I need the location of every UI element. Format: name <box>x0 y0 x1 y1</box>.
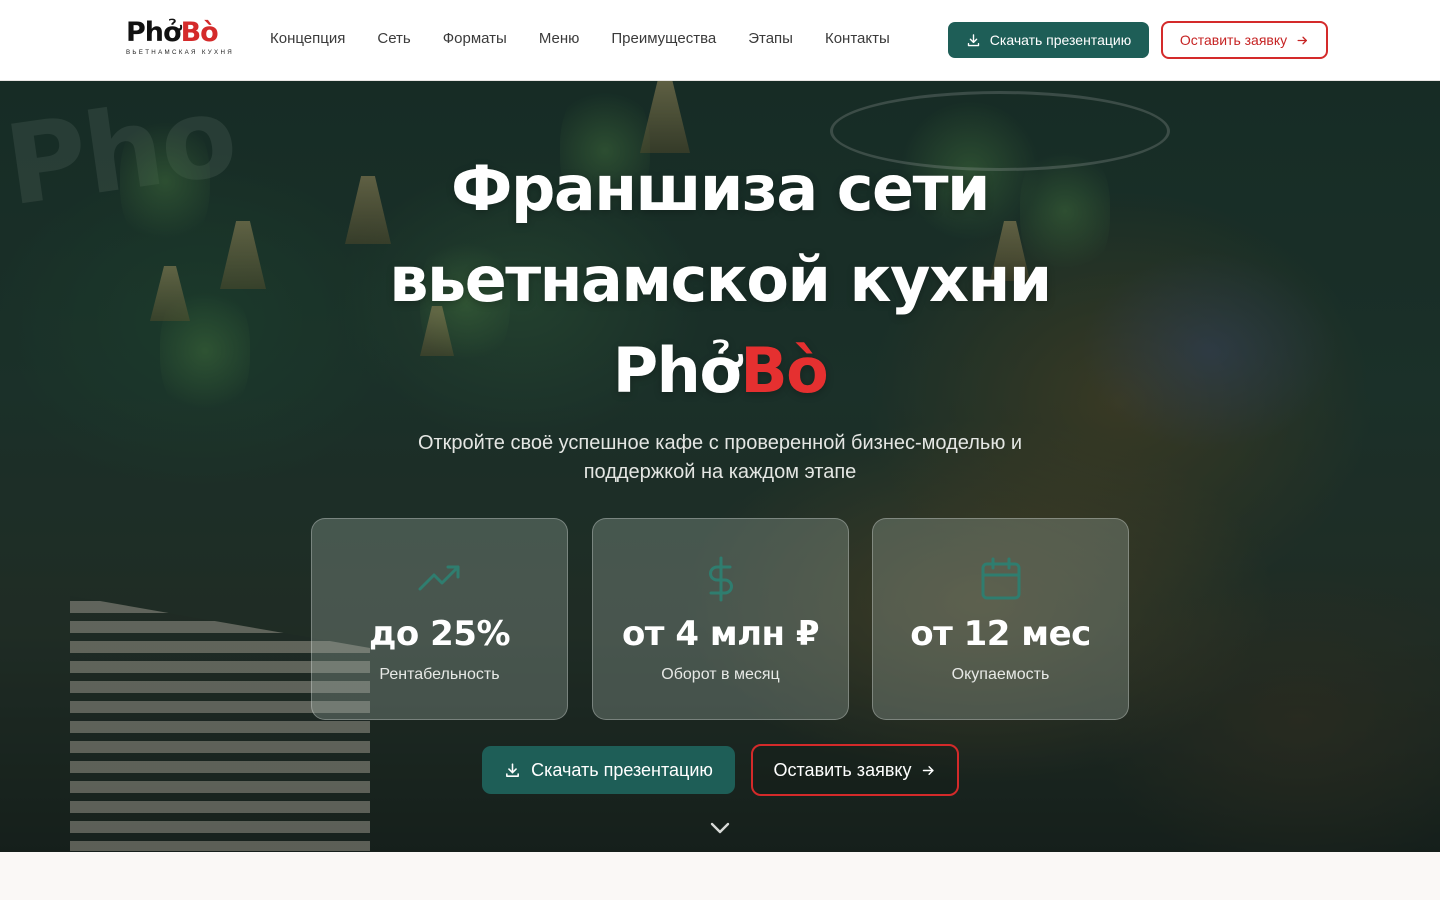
logo-wordmark: PhởBò <box>126 18 236 48</box>
stat-card-payback: от 12 мес Окупаемость <box>872 518 1129 720</box>
main-nav: Концепция Сеть Форматы Меню Преимущества… <box>270 28 890 50</box>
download-icon <box>506 762 520 777</box>
stat-value: до 25% <box>368 614 511 654</box>
next-section <box>0 852 1440 900</box>
logo[interactable]: PhởBò ВЬЕТНАМСКАЯ КУХНЯ <box>126 18 236 60</box>
chevron-down-icon[interactable] <box>708 819 732 837</box>
arrow-right-icon <box>1297 36 1308 44</box>
stat-card-turnover: от 4 млн ₽ Оборот в месяц <box>592 518 849 720</box>
hero-download-button[interactable]: Скачать презентацию <box>482 746 735 794</box>
hero-title-line2: вьетнамской кухни <box>389 243 1052 316</box>
hero-brand-pho: Phở <box>612 334 742 407</box>
nav-item-advantages[interactable]: Преимущества <box>611 28 716 50</box>
header-request-button[interactable]: Оставить заявку <box>1161 21 1328 59</box>
header-download-label: Скачать презентацию <box>989 32 1132 48</box>
nav-item-contacts[interactable]: Контакты <box>825 28 890 50</box>
hero-download-label: Скачать презентацию <box>531 759 713 780</box>
stat-label: Оборот в месяц <box>661 666 780 683</box>
hero-request-label: Оставить заявку <box>773 759 912 780</box>
logo-pho: Phở <box>126 17 182 48</box>
hero-title-line1: Франшиза сети <box>451 152 990 225</box>
stat-label: Рентабельность <box>379 666 500 683</box>
header-download-button[interactable]: Скачать презентацию <box>948 22 1149 58</box>
hero-title: Франшиза сети вьетнамской кухни PhởBò <box>0 143 1440 416</box>
nav-item-network[interactable]: Сеть <box>377 28 410 50</box>
hero-request-button[interactable]: Оставить заявку <box>751 744 959 796</box>
stat-value: от 12 мес <box>910 614 1091 654</box>
arrow-right-icon <box>923 765 935 775</box>
hero-brand-bo: Bò <box>740 334 828 407</box>
hero-section: Pho Франшиза сети вьетнамской кухни PhởB… <box>0 81 1440 852</box>
nav-item-formats[interactable]: Форматы <box>443 28 507 50</box>
stat-label: Окупаемость <box>951 666 1050 683</box>
stat-card-profitability: до 25% Рентабельность <box>311 518 568 720</box>
dollar-icon <box>709 556 733 602</box>
download-icon <box>967 33 979 46</box>
nav-item-stages[interactable]: Этапы <box>748 28 793 50</box>
trending-up-icon <box>418 565 460 591</box>
nav-item-concept[interactable]: Концепция <box>270 28 345 50</box>
stat-value: от 4 млн ₽ <box>621 614 820 654</box>
site-header: PhởBò ВЬЕТНАМСКАЯ КУХНЯ Концепция Сеть Ф… <box>0 0 1440 81</box>
calendar-icon <box>981 557 1021 600</box>
nav-item-menu[interactable]: Меню <box>539 28 580 50</box>
logo-subtitle: ВЬЕТНАМСКАЯ КУХНЯ <box>126 49 234 56</box>
logo-bo: Bò <box>180 17 219 48</box>
header-request-label: Оставить заявку <box>1179 32 1288 48</box>
hero-subtitle: Откройте своё успешное кафе с проверенно… <box>417 432 1023 483</box>
